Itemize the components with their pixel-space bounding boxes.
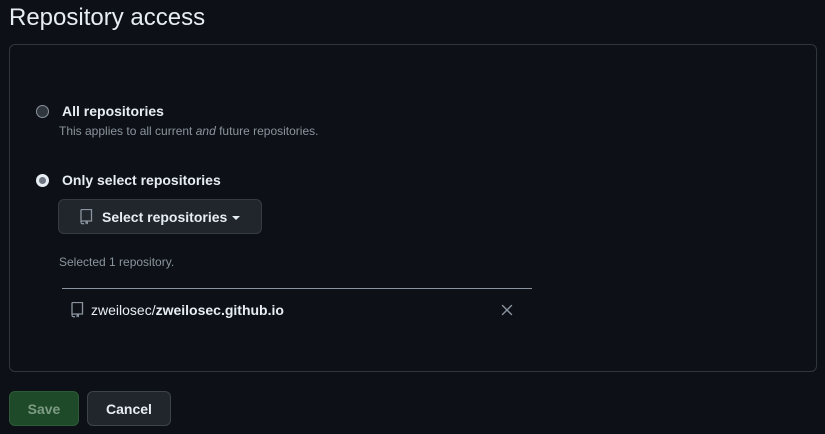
- caret-down-icon: [232, 215, 241, 220]
- cancel-button[interactable]: Cancel: [87, 391, 171, 426]
- page-title: Repository access: [9, 4, 206, 31]
- all-repositories-option[interactable]: All repositories: [36, 103, 164, 120]
- repository-access-panel: All repositories This applies to all cur…: [9, 44, 817, 372]
- repo-name: zweilosec.github.io: [155, 302, 284, 318]
- all-repositories-label[interactable]: All repositories: [62, 103, 164, 120]
- list-item: zweilosec/zweilosec.github.io: [62, 289, 532, 331]
- select-repositories-label[interactable]: Only select repositories: [62, 172, 221, 189]
- select-repositories-button-label: Select repositories: [102, 208, 228, 225]
- repo-icon: [70, 302, 84, 318]
- all-repositories-note: This applies to all current and future r…: [59, 124, 319, 138]
- select-repositories-button[interactable]: Select repositories: [58, 199, 262, 234]
- save-button[interactable]: Save: [9, 391, 79, 426]
- close-icon[interactable]: [500, 303, 514, 317]
- selected-count: Selected 1 repository.: [59, 255, 175, 269]
- repo-owner: zweilosec/: [91, 302, 156, 318]
- repo-icon: [79, 208, 93, 225]
- selected-repositories-list: zweilosec/zweilosec.github.io: [62, 288, 532, 331]
- all-repositories-radio[interactable]: [36, 105, 49, 118]
- select-repositories-option[interactable]: Only select repositories: [36, 172, 221, 189]
- select-repositories-radio[interactable]: [36, 174, 49, 187]
